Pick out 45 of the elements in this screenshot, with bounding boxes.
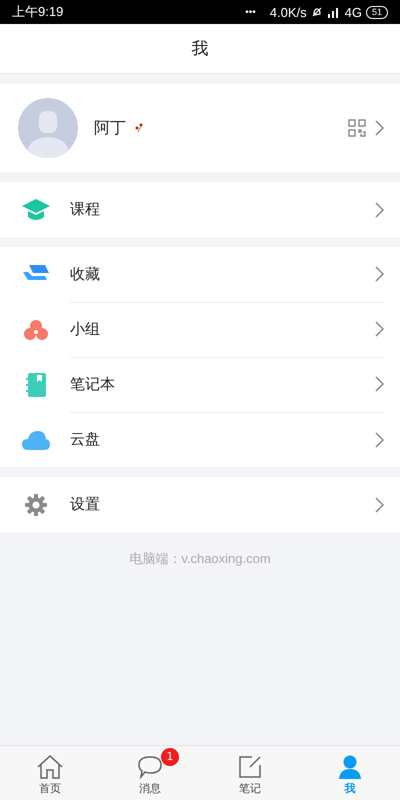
battery-level: 51 [366,6,388,18]
person-icon [338,754,362,778]
chevron-right-icon [374,321,384,337]
menu-label: 笔记本 [70,374,116,394]
menu-item[interactable]: 设置 [0,477,400,532]
signal-icon [326,6,341,18]
profile-card[interactable]: 阿丁 [0,84,400,172]
status-time: 上午9:19 [12,3,64,21]
menu-item[interactable]: 云盘 [0,412,400,467]
chevron-right-icon [374,202,384,218]
chevron-right-icon [374,376,384,392]
home-icon [37,754,63,778]
menu-item[interactable]: 课程 [0,182,400,237]
page-title: 我 [192,38,208,60]
user-name: 阿丁 [94,118,126,138]
graduation-cap-icon [22,198,50,220]
cloud-icon [22,430,50,450]
menu-label: 云盘 [70,430,101,449]
more-dots: ••• [245,6,256,18]
web-address-note: 电脑端：v.chaoxing.com [128,550,272,568]
speech-bubble-icon [137,754,163,778]
network-type: 4G [344,4,362,20]
menu-label: 设置 [70,495,101,514]
menu-item[interactable]: 收藏 [0,247,400,302]
notebook-icon [26,372,46,396]
tab[interactable]: 首页 [0,746,100,800]
flower-icon [134,123,144,133]
network-speed: 4.0K/s [270,4,307,20]
menu-item[interactable]: 笔记本 [0,357,400,412]
chevron-right-icon [374,432,384,448]
tab[interactable]: 1 消息 [100,746,200,800]
unread-badge: 1 [161,748,179,766]
menu-item[interactable]: 小组 [0,302,400,357]
edit-icon [238,754,262,778]
menu-label: 小组 [70,320,101,338]
chevron-right-icon [374,496,384,512]
chevron-right-icon [374,120,384,136]
tab[interactable]: 笔记 [200,746,300,800]
chevron-right-icon [374,266,384,282]
qr-code-icon[interactable] [348,119,366,137]
menu-label: 课程 [70,200,101,219]
group-icon [24,318,48,340]
settings-icon [25,494,47,516]
menu-label: 收藏 [70,264,101,284]
avatar-icon [18,98,78,158]
